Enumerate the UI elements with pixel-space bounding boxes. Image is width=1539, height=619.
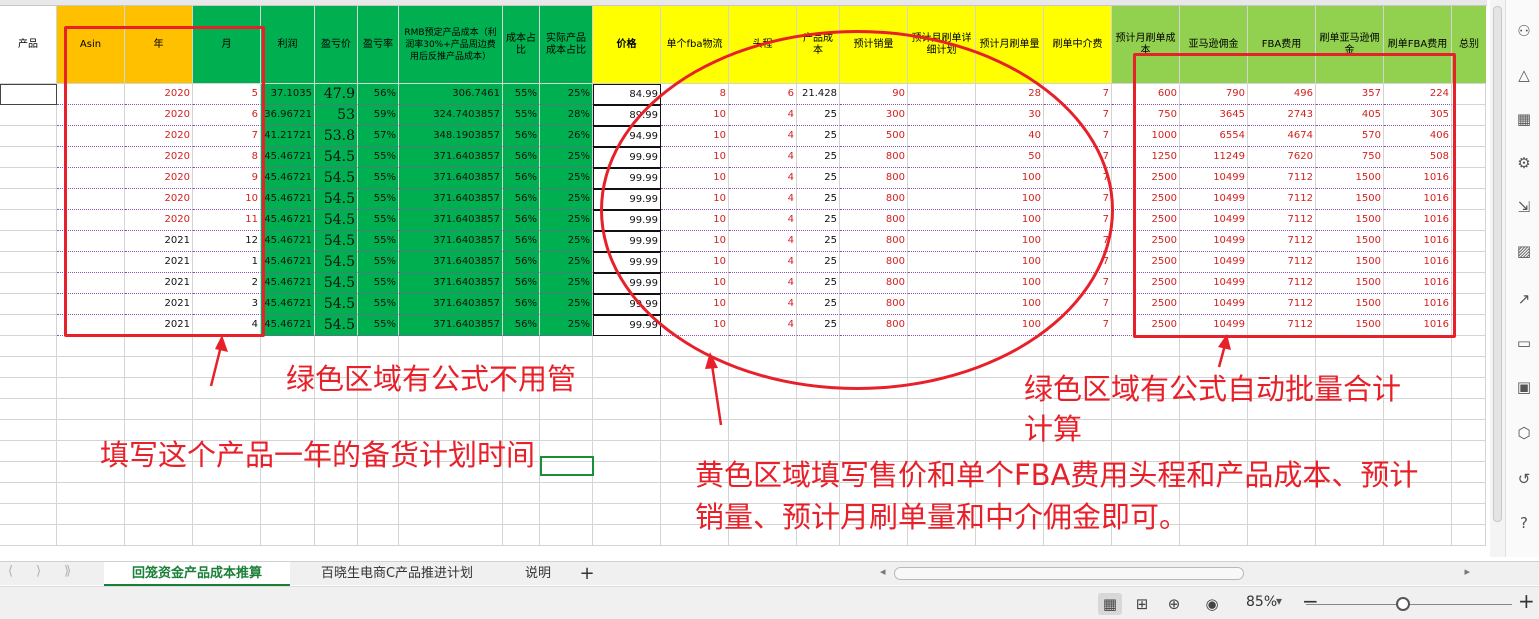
zoom-slider-knob[interactable] [1396, 597, 1410, 611]
annotation-yellow-fill-line2: 销量、预计月刷单量和中介佣金即可。 [695, 500, 1189, 534]
vertical-scrollbar[interactable] [1490, 0, 1505, 557]
sidebar-settings-icon[interactable]: ⚙ [1515, 154, 1533, 172]
zoom-in-button[interactable]: + [1518, 589, 1535, 613]
eye-protection-icon[interactable]: ◉ [1200, 593, 1224, 615]
annotation-green-no-care: 绿色区域有公式不用管 [286, 362, 577, 396]
scroll-left-icon[interactable]: ◂ [880, 565, 886, 578]
last-sheet-icon[interactable]: ⟫ [64, 564, 71, 579]
sidebar-link-icon[interactable]: ↺ [1515, 470, 1533, 488]
sidebar-user-icon[interactable]: ⚇ [1515, 22, 1533, 40]
sidebar-picture-icon[interactable]: ▣ [1515, 378, 1533, 396]
sheet-tab-bar: ⟨ ⟩ ⟫ 回笼资金产品成本推算 百晓生电商C产品推进计划 说明 + ◂ ▸ [0, 561, 1539, 586]
annotation-fill-plan: 填写这个产品一年的备货计划时间 [100, 438, 536, 472]
zoom-dropdown-icon[interactable]: ▾ [1276, 594, 1282, 608]
selected-cell[interactable] [540, 456, 594, 476]
horizontal-scrollbar[interactable]: ◂ ▸ [880, 565, 1470, 581]
tab-sheet1[interactable]: 回笼资金产品成本推算 [104, 562, 290, 586]
annotation-yellow-fill-line1: 黄色区域填写售价和单个FBA费用头程和产品成本、预计 [695, 458, 1419, 492]
scroll-right-icon[interactable]: ▸ [1464, 565, 1470, 578]
status-bar: ▦ ⊞ ⊕ ◉ 85% ▾ − + [0, 586, 1539, 619]
first-sheet-icon[interactable]: ⟨ [8, 564, 13, 579]
sidebar-table-icon[interactable]: ▦ [1515, 110, 1533, 128]
sidebar-export-icon[interactable]: ⇲ [1515, 198, 1533, 216]
horizontal-scroll-thumb[interactable] [894, 567, 1244, 580]
prev-sheet-icon[interactable]: ⟩ [36, 564, 41, 579]
sidebar-image-icon[interactable]: ▨ [1515, 242, 1533, 260]
right-sidebar: ⚇ △ ▦ ⚙ ⇲ ▨ ↗ ▭ ▣ ⬡ ↺ ? [1505, 0, 1539, 557]
sidebar-style-icon[interactable]: △ [1515, 66, 1533, 84]
page-break-view-icon[interactable]: ⊞ [1130, 593, 1154, 615]
zoom-out-button[interactable]: − [1302, 589, 1319, 613]
normal-view-icon[interactable]: ▦ [1098, 593, 1122, 615]
sidebar-help-icon[interactable]: ? [1515, 514, 1533, 532]
tab-sheet3[interactable]: 说明 [506, 562, 570, 586]
annotation-green-auto-line1: 绿色区域有公式自动批量合计 [1024, 372, 1402, 406]
sidebar-archive-icon[interactable]: ▭ [1515, 334, 1533, 352]
zoom-level[interactable]: 85% [1246, 594, 1277, 610]
page-layout-view-icon[interactable]: ⊕ [1162, 593, 1186, 615]
sidebar-share-icon[interactable]: ↗ [1515, 290, 1533, 308]
add-sheet-button[interactable]: + [574, 562, 600, 586]
tab-sheet2[interactable]: 百晓生电商C产品推进计划 [294, 562, 500, 586]
sidebar-shield-icon[interactable]: ⬡ [1515, 424, 1533, 442]
annotation-green-auto-line2: 计算 [1024, 412, 1083, 446]
vertical-scroll-thumb[interactable] [1493, 6, 1502, 522]
